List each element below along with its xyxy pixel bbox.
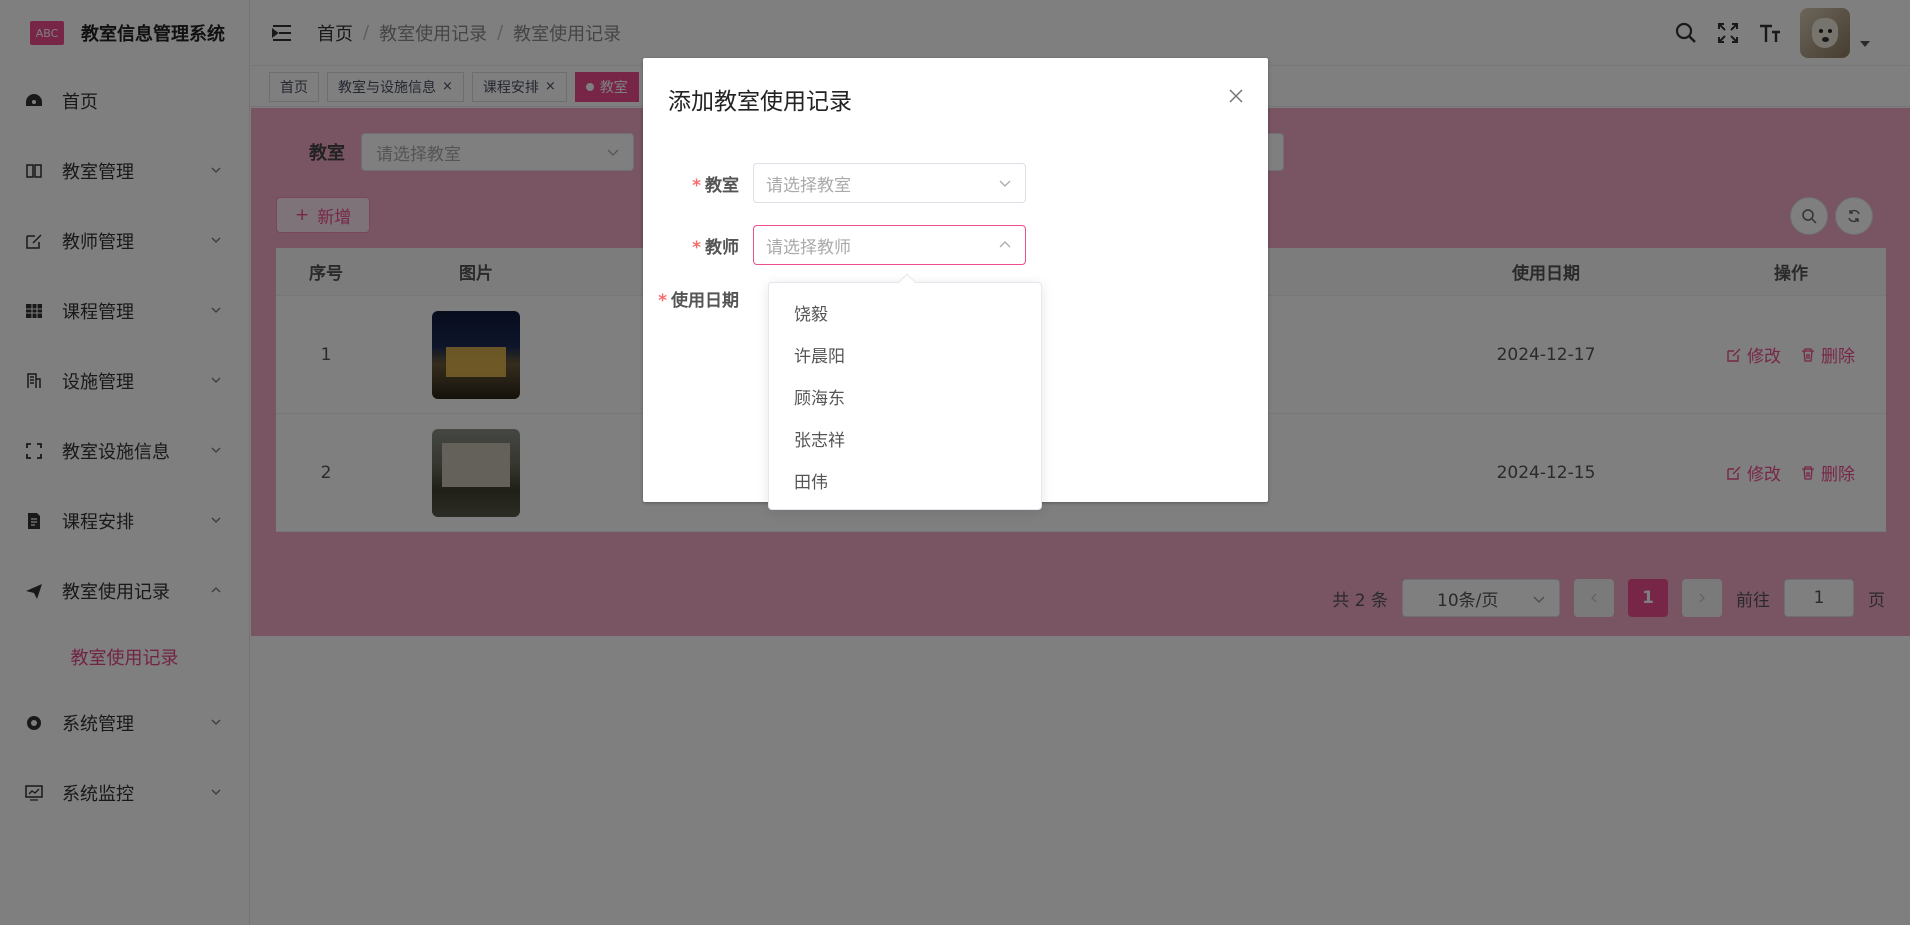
label-text: 教师 <box>705 237 739 258</box>
form-row-teacher: * 教师 请选择教师 <box>643 225 1026 265</box>
chevron-up-icon <box>999 241 1011 248</box>
required-mark: * <box>658 291 667 311</box>
teacher-select[interactable]: 请选择教师 <box>753 225 1026 265</box>
classroom-select[interactable]: 请选择教室 <box>753 163 1026 203</box>
chevron-down-icon <box>999 180 1011 187</box>
close-icon[interactable] <box>1228 88 1244 104</box>
label-text: 使用日期 <box>671 291 739 311</box>
form-row-classroom: * 教室 请选择教室 <box>643 163 1026 203</box>
dialog-title: 添加教室使用记录 <box>668 89 852 115</box>
date-field-label: * 使用日期 <box>643 286 753 311</box>
teacher-field-label: * 教师 <box>643 233 753 258</box>
dropdown-option[interactable]: 顾海东 <box>769 375 1041 417</box>
required-mark: * <box>692 237 701 258</box>
dropdown-option[interactable]: 张志祥 <box>769 417 1041 459</box>
dropdown-option[interactable]: 田伟 <box>769 459 1041 501</box>
required-mark: * <box>692 175 701 196</box>
select-placeholder: 请选择教师 <box>766 237 851 258</box>
select-placeholder: 请选择教室 <box>766 175 851 196</box>
form-row-date: * 使用日期 <box>643 286 753 311</box>
teacher-dropdown: 饶毅 许晨阳 顾海东 张志祥 田伟 <box>768 273 1042 510</box>
dropdown-option[interactable]: 饶毅 <box>769 291 1041 333</box>
label-text: 教室 <box>705 175 739 196</box>
classroom-field-label: * 教室 <box>643 171 753 196</box>
dropdown-option[interactable]: 许晨阳 <box>769 333 1041 375</box>
